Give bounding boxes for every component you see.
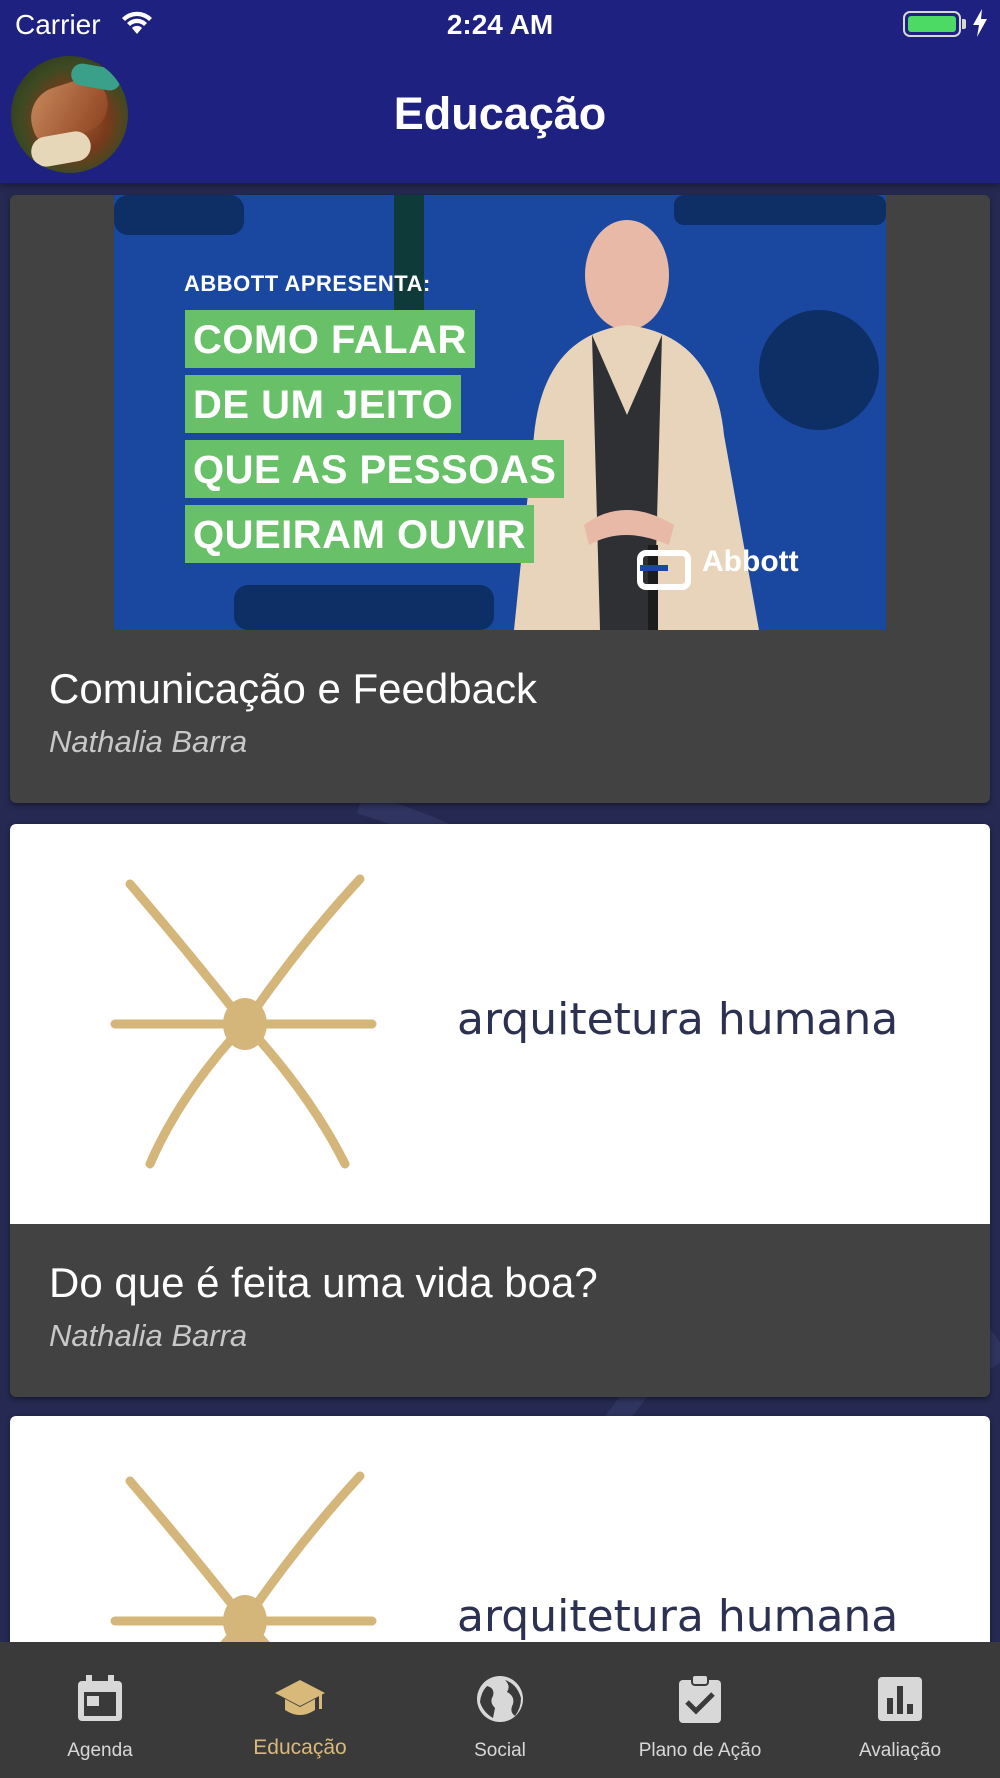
status-bar: Carrier 2:24 AM	[0, 0, 1000, 50]
course-card[interactable]: ABBOTT APRESENTA: COMO FALAR DE UM JEITO…	[10, 195, 990, 803]
nav-item-agenda[interactable]: Agenda	[0, 1642, 200, 1778]
thumbnail-headline-line: QUE AS PESSOAS	[185, 440, 565, 498]
nav-label: Plano de Ação	[638, 1740, 762, 1761]
video-thumbnail[interactable]: ABBOTT APRESENTA: COMO FALAR DE UM JEITO…	[114, 195, 886, 630]
status-time: 2:24 AM	[446, 9, 554, 40]
card-author: Nathalia Barra	[49, 724, 248, 759]
app-header: Carrier 2:24 AM Educação	[0, 0, 1000, 183]
card-media[interactable]: ABBOTT APRESENTA: COMO FALAR DE UM JEITO…	[10, 195, 990, 630]
nav-label: Agenda	[67, 1740, 133, 1761]
logo-text: arquitetura humana	[457, 994, 899, 1045]
bottom-nav: Agenda Educação Social Plano de Ação Ava…	[0, 1642, 1000, 1778]
arquitetura-humana-logo-icon	[110, 1471, 377, 1642]
battery-icon	[903, 11, 961, 37]
arquitetura-humana-logo-icon	[110, 874, 377, 1169]
bar-chart-icon	[878, 1677, 922, 1721]
course-feed[interactable]: ABBOTT APRESENTA: COMO FALAR DE UM JEITO…	[0, 183, 1000, 1642]
nav-item-social[interactable]: Social	[400, 1642, 600, 1778]
card-media[interactable]: arquitetura humana	[10, 1416, 990, 1642]
nav-item-avaliacao[interactable]: Avaliação	[800, 1642, 1000, 1778]
nav-label: Educação	[253, 1736, 347, 1759]
thumbnail-headline-line: QUEIRAM OUVIR	[185, 505, 535, 563]
abbott-logo-icon	[637, 550, 691, 590]
globe-icon	[477, 1676, 523, 1722]
nav-item-educacao[interactable]: Educação	[200, 1642, 400, 1778]
graduation-cap-icon	[275, 1680, 325, 1715]
course-card[interactable]: arquitetura humana Do que é feita uma vi…	[10, 824, 990, 1397]
charging-bolt-icon	[973, 9, 987, 37]
course-card[interactable]: arquitetura humana	[10, 1416, 990, 1642]
thumbnail-headline-line: COMO FALAR	[185, 310, 475, 368]
nav-label: Avaliação	[858, 1740, 942, 1761]
thumbnail-brand: Abbott	[702, 545, 799, 578]
battery-tip	[962, 19, 966, 29]
thumbnail-kicker: ABBOTT APRESENTA:	[184, 271, 431, 296]
card-author: Nathalia Barra	[49, 1318, 248, 1353]
card-title: Comunicação e Feedback	[49, 665, 537, 712]
page-title: Educação	[393, 88, 607, 139]
thumbnail-headline-line: DE UM JEITO	[185, 375, 462, 433]
nav-label: Social	[474, 1740, 526, 1761]
nav-item-plano-de-acao[interactable]: Plano de Ação	[600, 1642, 800, 1778]
card-title: Do que é feita uma vida boa?	[49, 1259, 598, 1306]
clipboard-check-icon	[679, 1674, 721, 1723]
calendar-icon	[78, 1675, 122, 1721]
card-media[interactable]: arquitetura humana	[10, 824, 990, 1224]
logo-text: arquitetura humana	[457, 1591, 899, 1642]
